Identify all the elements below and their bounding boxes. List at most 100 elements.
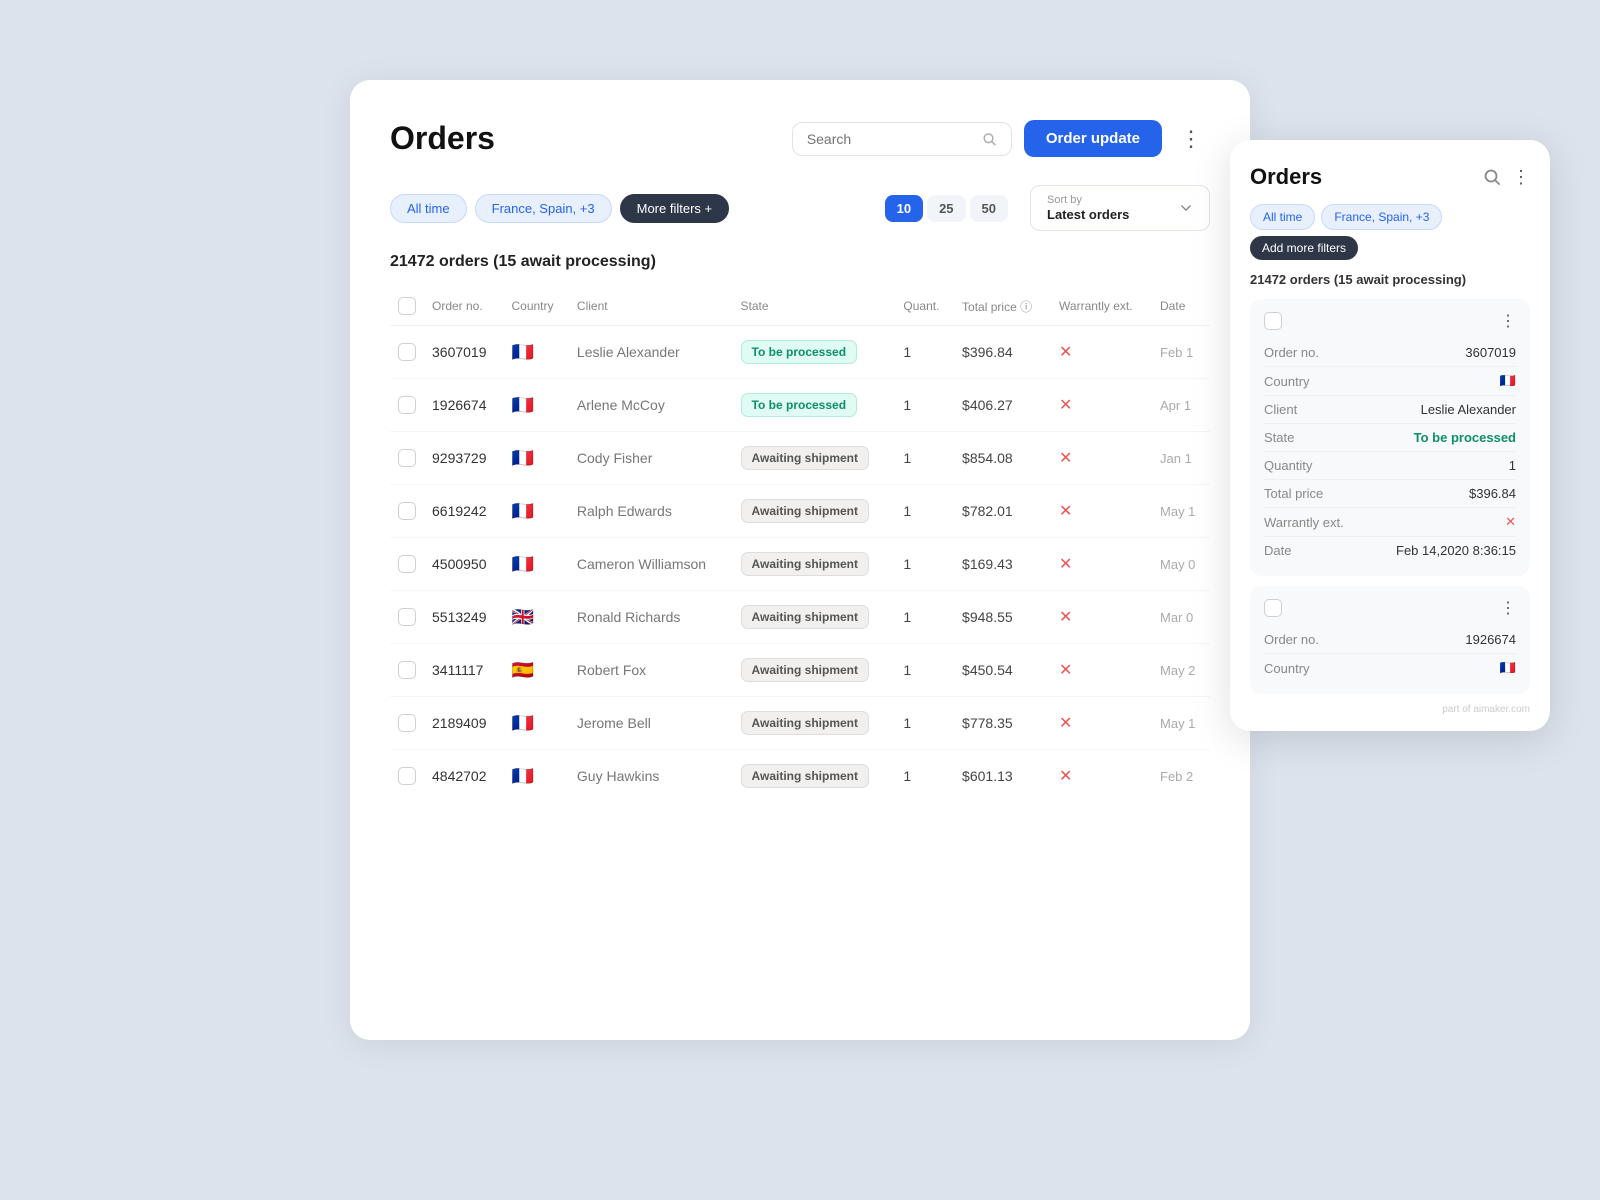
row-checkbox-6[interactable] [398, 661, 416, 679]
row-client: Ralph Edwards [569, 485, 733, 538]
row-warranty: ✕ [1051, 432, 1152, 485]
table-row: 5513249 🇬🇧 Ronald Richards Awaiting ship… [390, 591, 1210, 644]
table-row: 4500950 🇫🇷 Cameron Williamson Awaiting s… [390, 538, 1210, 591]
row-order-no: 9293729 [424, 432, 503, 485]
row-order-no: 4500950 [424, 538, 503, 591]
filter-more[interactable]: More filters + [620, 194, 730, 223]
row-order-no: 5513249 [424, 591, 503, 644]
search-box[interactable] [792, 122, 1012, 156]
sp-checkbox-1[interactable] [1264, 312, 1282, 330]
state-badge: To be processed [741, 340, 857, 364]
sp-checkbox-2[interactable] [1264, 599, 1282, 617]
row-checkbox-3[interactable] [398, 502, 416, 520]
row-checkbox-2[interactable] [398, 449, 416, 467]
more-filters-label: More filters [637, 201, 701, 216]
row-total-price: $948.55 [954, 591, 1051, 644]
row-state: Awaiting shipment [733, 538, 896, 591]
side-panel-filters: All time France, Spain, +3 Add more filt… [1250, 204, 1530, 260]
warranty-x-icon: ✕ [1059, 450, 1072, 467]
row-state: To be processed [733, 326, 896, 379]
sp-field-country-2: Country 🇫🇷 [1264, 654, 1516, 682]
sp-filter-all-time[interactable]: All time [1250, 204, 1315, 230]
sp-add-filters[interactable]: Add more filters [1250, 236, 1358, 260]
more-options-button[interactable]: ⋮ [1172, 122, 1210, 156]
row-state: Awaiting shipment [733, 750, 896, 803]
search-input[interactable] [807, 131, 979, 147]
row-checkbox-4[interactable] [398, 555, 416, 573]
row-country: 🇫🇷 [503, 750, 568, 803]
row-total-price: $450.54 [954, 644, 1051, 697]
header-client: Client [569, 287, 733, 326]
sort-dropdown[interactable]: Sort by Latest orders [1030, 185, 1210, 231]
row-total-price: $782.01 [954, 485, 1051, 538]
row-country: 🇬🇧 [503, 591, 568, 644]
row-checkbox-5[interactable] [398, 608, 416, 626]
row-client: Robert Fox [569, 644, 733, 697]
sp-summary: 21472 orders (15 await processing) [1250, 272, 1530, 287]
row-client: Ronald Richards [569, 591, 733, 644]
row-client: Leslie Alexander [569, 326, 733, 379]
row-checkbox-7[interactable] [398, 714, 416, 732]
row-total-price: $601.13 [954, 750, 1051, 803]
row-quantity: 1 [895, 644, 954, 697]
warranty-x-icon: ✕ [1059, 662, 1072, 679]
warranty-x-icon: ✕ [1059, 715, 1072, 732]
filter-countries[interactable]: France, Spain, +3 [475, 194, 612, 223]
sp-record-more-1[interactable]: ⋮ [1500, 311, 1516, 331]
row-date: Mar 0 [1152, 591, 1210, 644]
sp-field-country: Country 🇫🇷 [1264, 367, 1516, 396]
row-checkbox-8[interactable] [398, 767, 416, 785]
row-date: May 2 [1152, 644, 1210, 697]
header-total-price: Total price ⓘ [954, 287, 1051, 326]
watermark: part of aimaker.com [1250, 704, 1530, 715]
row-warranty: ✕ [1051, 485, 1152, 538]
side-panel: Orders ⋮ All time France, Spain, +3 Add … [1230, 140, 1550, 731]
orders-summary: 21472 orders (15 await processing) [390, 253, 1210, 271]
row-checkbox-1[interactable] [398, 396, 416, 414]
search-icon [982, 131, 996, 147]
row-state: Awaiting shipment [733, 644, 896, 697]
filters-row: All time France, Spain, +3 More filters … [390, 185, 1210, 231]
row-checkbox-0[interactable] [398, 343, 416, 361]
row-warranty: ✕ [1051, 326, 1152, 379]
sp-field-client: Client Leslie Alexander [1264, 396, 1516, 424]
sp-filter-countries[interactable]: France, Spain, +3 [1321, 204, 1442, 230]
select-all-checkbox[interactable] [398, 297, 416, 315]
header-quantity: Quant. [895, 287, 954, 326]
page-size-50[interactable]: 50 [970, 195, 1008, 222]
header-country: Country [503, 287, 568, 326]
state-badge: Awaiting shipment [741, 605, 869, 629]
row-checkbox-cell [390, 591, 424, 644]
row-total-price: $396.84 [954, 326, 1051, 379]
sp-record-card-2: ⋮ Order no. 1926674 Country 🇫🇷 [1250, 586, 1530, 694]
order-update-button[interactable]: Order update [1024, 120, 1162, 157]
row-order-no: 4842702 [424, 750, 503, 803]
row-checkbox-cell [390, 697, 424, 750]
row-total-price: $854.08 [954, 432, 1051, 485]
sp-record-more-2[interactable]: ⋮ [1500, 598, 1516, 618]
row-date: May 1 [1152, 697, 1210, 750]
page-title: Orders [390, 120, 792, 157]
row-date: Jan 1 [1152, 432, 1210, 485]
row-state: Awaiting shipment [733, 485, 896, 538]
table-header-row: Order no. Country Client State Quant. To… [390, 287, 1210, 326]
warranty-x-icon: ✕ [1059, 556, 1072, 573]
state-badge: Awaiting shipment [741, 552, 869, 576]
row-total-price: $778.35 [954, 697, 1051, 750]
row-date: May 1 [1152, 485, 1210, 538]
sp-field-total-price: Total price $396.84 [1264, 480, 1516, 508]
header: Orders Order update ⋮ [390, 120, 1210, 157]
row-total-price: $406.27 [954, 379, 1051, 432]
row-quantity: 1 [895, 432, 954, 485]
state-badge: To be processed [741, 393, 857, 417]
side-panel-more-button[interactable]: ⋮ [1512, 167, 1530, 188]
table-row: 2189409 🇫🇷 Jerome Bell Awaiting shipment… [390, 697, 1210, 750]
page-size-25[interactable]: 25 [927, 195, 965, 222]
sp-field-quantity: Quantity 1 [1264, 452, 1516, 480]
filter-all-time[interactable]: All time [390, 194, 467, 223]
page-size-group: 10 25 50 [885, 195, 1008, 222]
sp-field-date: Date Feb 14,2020 8:36:15 [1264, 537, 1516, 564]
page-size-10[interactable]: 10 [885, 195, 923, 222]
side-panel-search-icon[interactable] [1482, 167, 1502, 187]
row-quantity: 1 [895, 750, 954, 803]
